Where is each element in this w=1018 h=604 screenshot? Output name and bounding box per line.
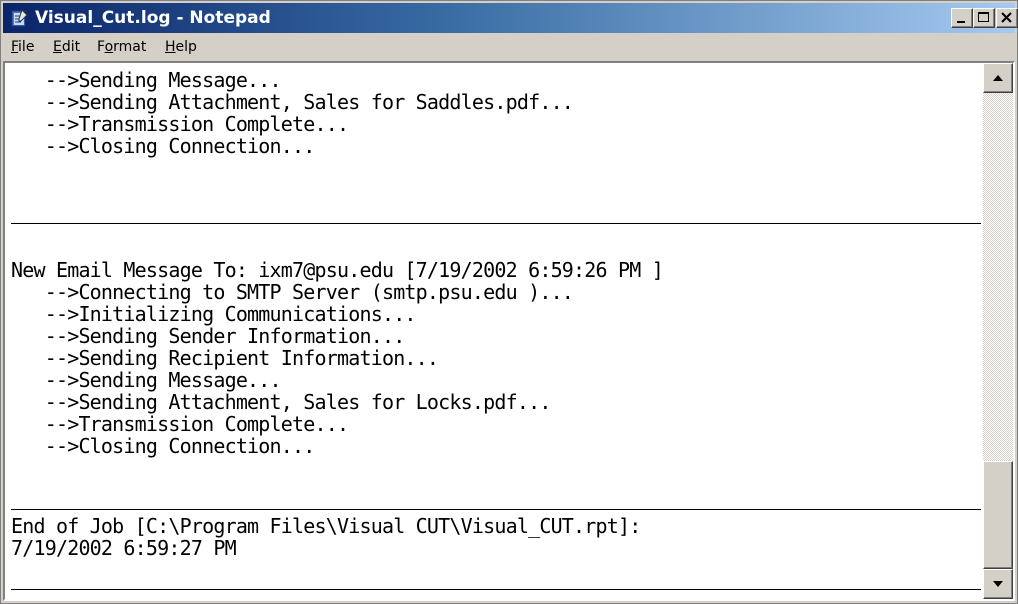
window-title: Visual_Cut.log - Notepad	[35, 8, 271, 28]
scroll-up-button[interactable]	[983, 63, 1013, 93]
menu-bar: File Edit Format Help	[3, 35, 1015, 59]
log-text-area[interactable]: -->Sending Message... -->Sending Attachm…	[7, 63, 982, 599]
close-button[interactable]	[996, 8, 1018, 28]
vertical-scrollbar[interactable]	[983, 63, 1013, 599]
notepad-icon	[11, 9, 28, 27]
log-line: -->Closing Connection...	[11, 434, 316, 458]
log-line: -->Sending Message...	[11, 68, 282, 92]
separator-line	[11, 223, 981, 224]
text-editor[interactable]: -->Sending Message... -->Sending Attachm…	[3, 61, 1015, 601]
menu-file[interactable]: File	[11, 38, 34, 56]
log-line: -->Transmission Complete...	[11, 112, 349, 136]
scroll-down-button[interactable]	[983, 569, 1013, 599]
maximize-button[interactable]	[973, 8, 995, 28]
log-line: End of Job [C:\Program Files\Visual CUT\…	[11, 514, 641, 538]
log-line: -->Sending Recipient Information...	[11, 346, 439, 370]
arrow-down-icon	[993, 581, 1003, 587]
log-line: -->Connecting to SMTP Server (smtp.psu.e…	[11, 280, 574, 304]
log-line: 7/19/2002 6:59:27 PM	[11, 536, 237, 560]
log-line: -->Initializing Communications...	[11, 302, 417, 326]
log-line: -->Sending Message...	[11, 368, 282, 392]
separator-line	[11, 589, 981, 590]
log-line: -->Sending Attachment, Sales for Saddles…	[11, 90, 574, 114]
notepad-window: Visual_Cut.log - Notepad File Edit Forma…	[0, 0, 1018, 604]
minimize-icon	[957, 21, 965, 23]
minimize-button[interactable]	[951, 8, 973, 28]
close-icon	[1001, 12, 1012, 23]
menu-help[interactable]: Help	[165, 38, 197, 56]
log-line: New Email Message To: ixm7@psu.edu [7/19…	[11, 258, 664, 282]
menu-edit[interactable]: Edit	[53, 38, 80, 56]
log-line: -->Closing Connection...	[11, 134, 316, 158]
menu-format[interactable]: Format	[97, 38, 146, 56]
log-line: -->Sending Attachment, Sales for Locks.p…	[11, 390, 552, 414]
log-line: -->Sending Sender Information...	[11, 324, 406, 348]
scroll-thumb[interactable]	[983, 461, 1013, 569]
maximize-icon	[978, 12, 989, 22]
separator-line	[11, 509, 981, 510]
arrow-up-icon	[993, 75, 1003, 81]
log-line: -->Transmission Complete...	[11, 412, 349, 436]
title-bar[interactable]: Visual_Cut.log - Notepad	[3, 3, 1018, 33]
